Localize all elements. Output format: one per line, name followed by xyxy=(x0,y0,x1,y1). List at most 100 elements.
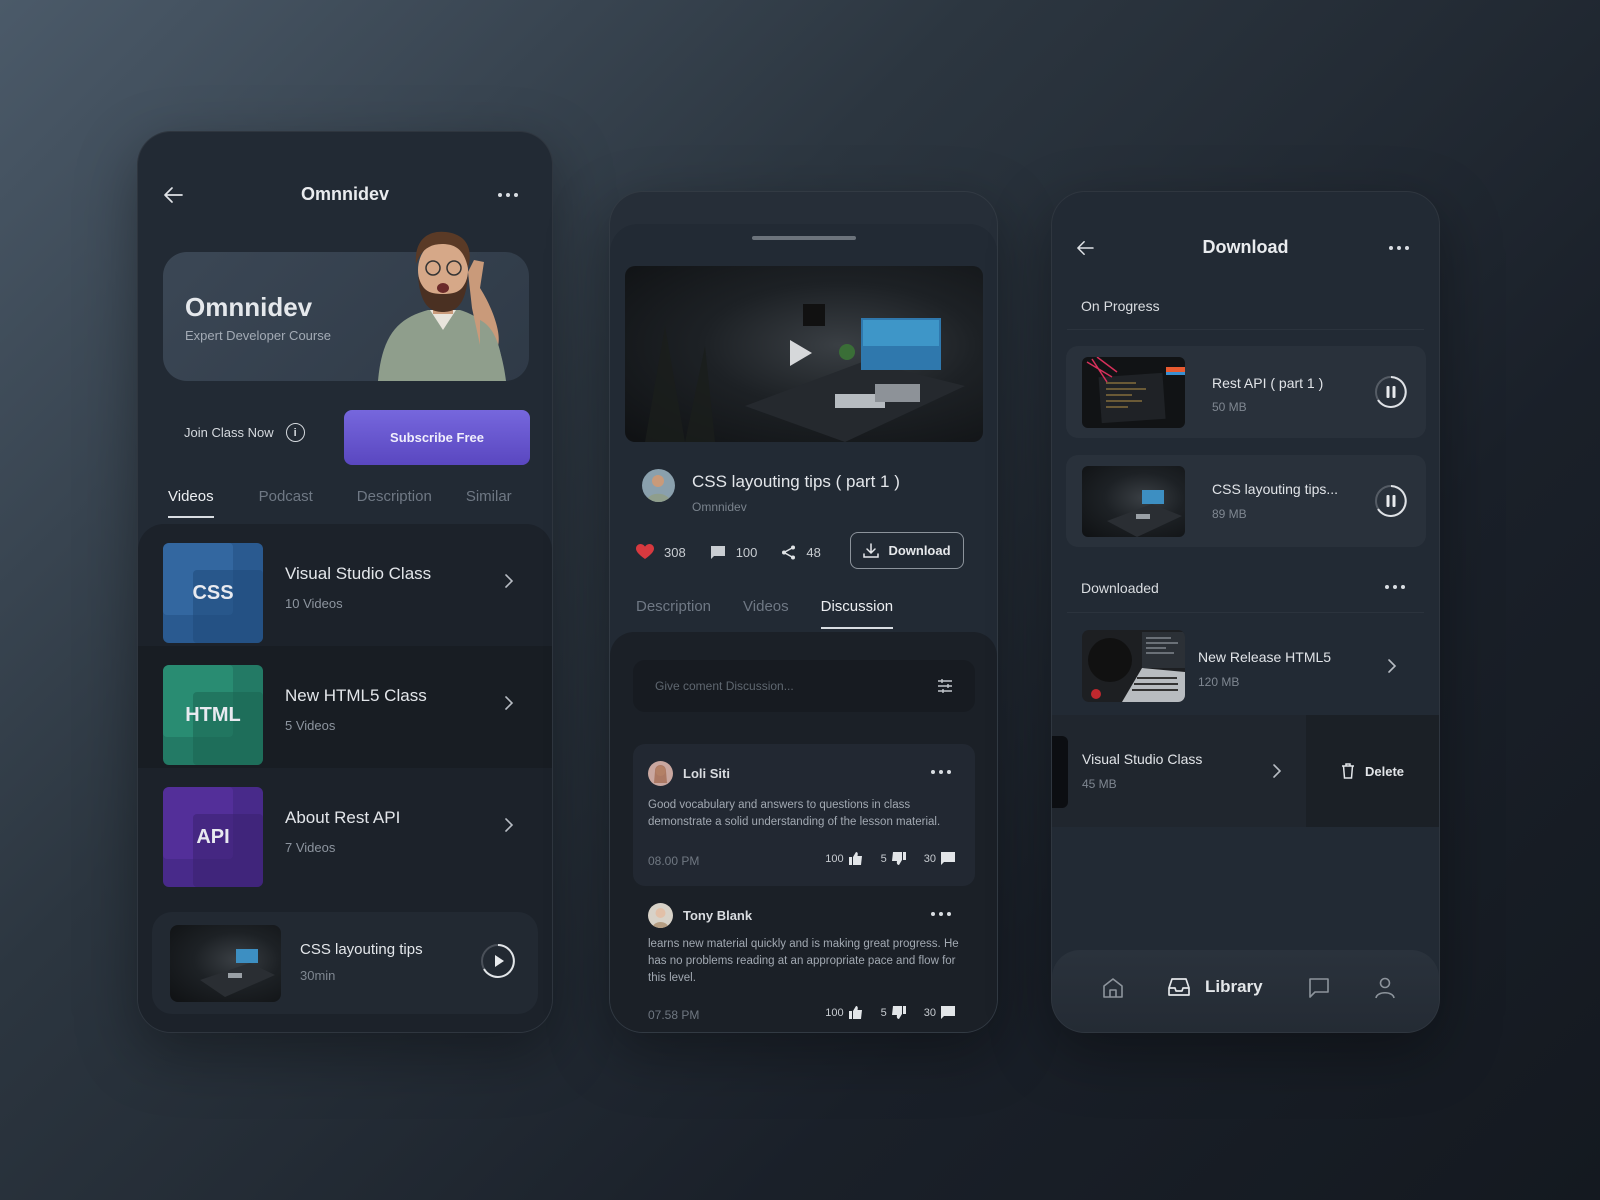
chevron-right-icon xyxy=(505,696,514,710)
hero-subtitle: Expert Developer Course xyxy=(185,328,331,343)
course-item[interactable]: CSS Visual Studio Class 10 Videos xyxy=(138,524,552,646)
comment-reply-button[interactable]: 30 xyxy=(924,1006,955,1019)
comment-dislike-button[interactable]: 5 xyxy=(881,852,906,865)
filter-icon[interactable] xyxy=(937,678,953,694)
downloaded-item-swiped[interactable]: Visual Studio Class 45 MB xyxy=(1052,715,1306,827)
hero-name: Omnnidev xyxy=(185,292,313,322)
tab-videos[interactable]: Videos xyxy=(743,598,789,615)
course-item[interactable]: API About Rest API 7 Videos xyxy=(138,768,552,890)
download-button[interactable]: Download xyxy=(850,532,964,569)
channel-screen: Omnnidev Omnnidev Expert Developer Cours… xyxy=(137,131,553,1033)
header-title: Download xyxy=(1202,237,1289,257)
commenter-name: Tony Blank xyxy=(683,908,753,923)
html-tile: HTML xyxy=(163,665,263,765)
download-icon xyxy=(863,542,880,558)
more-button[interactable] xyxy=(1389,245,1409,250)
downloaded-item[interactable]: New Release HTML5 120 MB xyxy=(1052,613,1439,715)
downloaded-label: Downloaded xyxy=(1081,580,1159,596)
video-title: CSS layouting tips ( part 1 ) xyxy=(692,472,900,491)
comment-actions: 100 5 30 xyxy=(825,1006,955,1019)
downloaded-more-button[interactable] xyxy=(1385,585,1405,589)
commenter-name: Loli Siti xyxy=(683,766,730,781)
back-button[interactable] xyxy=(1075,240,1095,256)
video-thumbnail xyxy=(1082,630,1185,702)
chevron-right-icon xyxy=(1273,764,1282,778)
download-title: Rest API ( part 1 ) xyxy=(1212,375,1324,391)
back-button[interactable] xyxy=(162,186,184,204)
drag-handle[interactable] xyxy=(752,236,856,240)
comment-text: learns new material quickly and is makin… xyxy=(648,938,959,984)
video-player[interactable] xyxy=(625,266,983,442)
play-icon[interactable] xyxy=(788,338,814,368)
subscribe-button[interactable]: Subscribe Free xyxy=(344,410,530,465)
arrow-left-icon xyxy=(1077,240,1094,255)
thumbs-up-icon xyxy=(848,852,862,865)
header-title: Omnnidev xyxy=(300,184,389,204)
now-playing-card[interactable]: CSS layouting tips 30min xyxy=(152,912,538,1014)
comment-input[interactable] xyxy=(655,679,915,693)
download-item[interactable]: Rest API ( part 1 ) 50 MB xyxy=(1066,346,1426,438)
download-size: 50 MB xyxy=(1212,400,1247,414)
tab-similar[interactable]: Similar xyxy=(466,488,512,505)
delete-button[interactable]: Delete xyxy=(1306,715,1439,827)
thumbs-down-icon xyxy=(891,1006,906,1019)
chevron-right-icon xyxy=(1388,659,1397,673)
pause-button[interactable] xyxy=(1374,484,1408,518)
download-size: 89 MB xyxy=(1212,507,1247,521)
more-button[interactable] xyxy=(498,192,518,197)
comment-dislike-button[interactable]: 5 xyxy=(881,1006,906,1019)
download-title: Visual Studio Class xyxy=(1082,751,1203,767)
course-title: New HTML5 Class xyxy=(285,686,427,705)
chevron-right-icon xyxy=(505,818,514,832)
download-size: 45 MB xyxy=(1082,777,1117,791)
tab-description[interactable]: Description xyxy=(636,598,711,615)
comment-more-button[interactable] xyxy=(931,770,951,774)
download-screen: Download On Progress Rest API ( part 1 )… xyxy=(1051,191,1440,1033)
play-button[interactable] xyxy=(480,943,516,979)
download-title: CSS layouting tips... xyxy=(1212,481,1339,497)
reply-icon xyxy=(941,1006,955,1019)
video-thumbnail xyxy=(170,925,281,1002)
like-button[interactable]: 308 xyxy=(636,544,686,560)
comment-text: Good vocabulary and answers to questions… xyxy=(648,799,941,828)
on-progress-label: On Progress xyxy=(1081,298,1160,314)
tab-description[interactable]: Description xyxy=(357,488,432,505)
comment-actions: 100 5 30 xyxy=(825,852,955,865)
course-title: About Rest API xyxy=(285,808,401,827)
header: Omnnidev xyxy=(138,184,552,205)
comment-more-button[interactable] xyxy=(931,912,951,916)
thumbs-down-icon xyxy=(891,852,906,865)
comment-reply-button[interactable]: 30 xyxy=(924,852,955,865)
join-label: Join Class Now xyxy=(184,425,274,440)
nav-library[interactable]: Library xyxy=(1167,977,1263,997)
comment-like-button[interactable]: 100 xyxy=(825,852,862,865)
instructor-photo xyxy=(378,231,506,381)
comment-time: 07.58 PM xyxy=(648,1008,700,1022)
comment-icon xyxy=(710,545,725,559)
comment-count[interactable]: 100 xyxy=(710,545,757,560)
library-icon xyxy=(1168,978,1190,996)
tab-videos[interactable]: Videos xyxy=(168,488,214,518)
bottom-navigation: Library xyxy=(1052,950,1439,1032)
comment-like-button[interactable]: 100 xyxy=(825,1006,862,1019)
css-tile: CSS xyxy=(163,543,263,643)
info-icon[interactable]: i xyxy=(285,423,305,442)
tab-podcast[interactable]: Podcast xyxy=(259,488,313,505)
heart-icon xyxy=(636,544,654,559)
pause-button[interactable] xyxy=(1374,375,1408,409)
home-icon[interactable] xyxy=(1102,977,1124,999)
commenter-avatar[interactable] xyxy=(648,761,673,786)
chat-icon[interactable] xyxy=(1308,977,1330,999)
join-class-link[interactable]: Join Class Now i xyxy=(184,423,305,442)
download-item[interactable]: CSS layouting tips... 89 MB xyxy=(1066,455,1426,547)
profile-icon[interactable] xyxy=(1374,977,1396,999)
comment-field[interactable] xyxy=(633,660,975,712)
course-item[interactable]: HTML New HTML5 Class 5 Videos xyxy=(138,646,552,768)
tab-bar: Videos Podcast Description Similar xyxy=(168,488,552,518)
tab-discussion[interactable]: Discussion xyxy=(820,598,893,629)
download-title: New Release HTML5 xyxy=(1198,649,1332,665)
share-button[interactable]: 48 xyxy=(781,545,821,560)
author-avatar[interactable] xyxy=(642,469,675,502)
commenter-avatar[interactable] xyxy=(648,903,673,928)
arrow-left-icon xyxy=(164,186,183,203)
